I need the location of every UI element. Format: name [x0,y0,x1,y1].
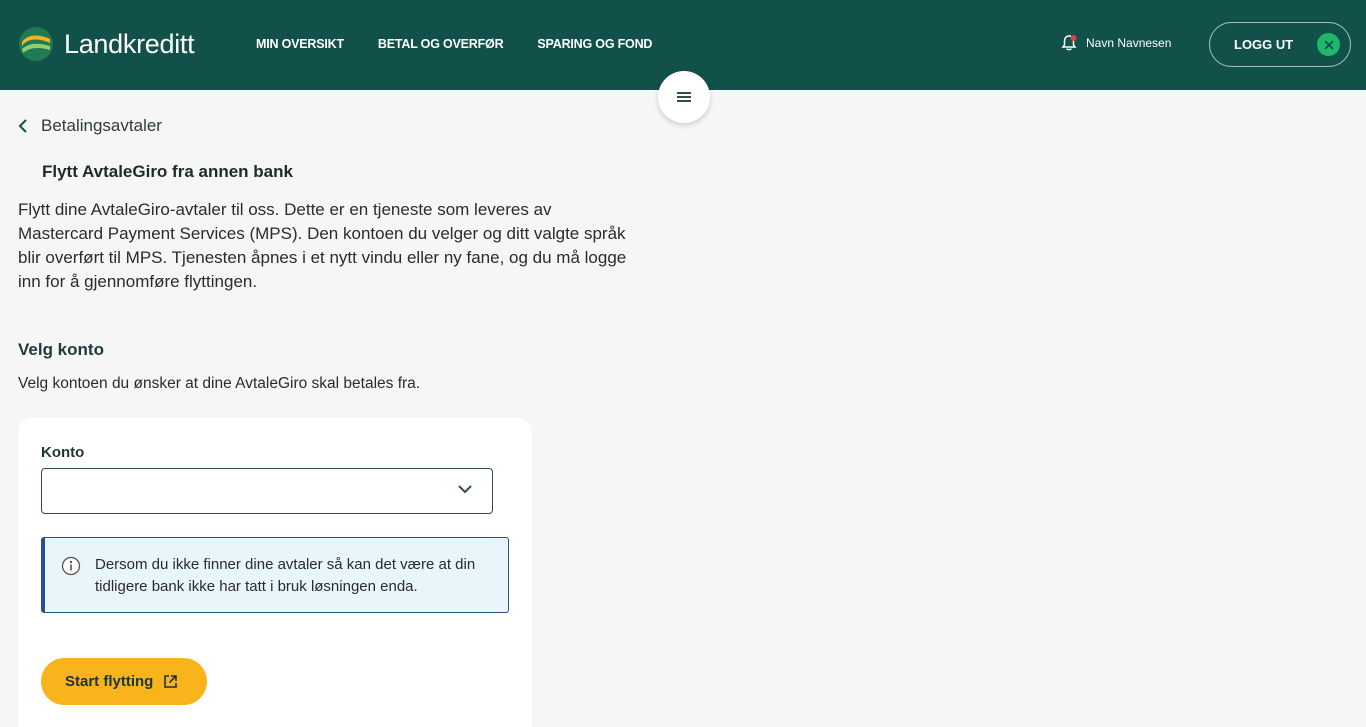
start-moving-label: Start flytting [65,673,154,690]
logout-button[interactable]: LOGG UT [1209,22,1351,67]
section-description: Velg kontoen du ønsker at dine AvtaleGir… [18,375,421,392]
nav-betal-og-overfor[interactable]: BETAL OG OVERFØR [378,37,504,51]
info-icon [61,556,81,576]
back-link-label: Betalingsavtaler [41,116,162,135]
nav-min-oversikt[interactable]: MIN OVERSIKT [256,37,344,51]
main-nav: MIN OVERSIKT BETAL OG OVERFØR SPARING OG… [256,37,652,51]
chevron-left-icon [18,119,27,133]
chevron-down-icon [458,485,472,494]
start-moving-button[interactable]: Start flytting [41,658,207,705]
user-menu[interactable]: Navn Navnesen [1060,34,1171,52]
back-link[interactable]: Betalingsavtaler [18,116,162,136]
external-link-icon [164,675,178,688]
hamburger-icon [677,92,691,102]
info-alert: Dersom du ikke finner dine avtaler så ka… [41,537,509,613]
logout-label: LOGG UT [1234,37,1294,52]
user-name: Navn Navnesen [1086,36,1172,50]
menu-button[interactable] [658,71,710,123]
account-select[interactable] [41,468,493,514]
landkreditt-logo[interactable]: Landkreditt [18,26,195,62]
bell-icon[interactable] [1060,34,1078,52]
account-card: Konto Dersom du ikke finner dine avtaler… [18,418,532,727]
section-title: Velg konto [18,340,104,359]
intro-text: Flytt dine AvtaleGiro-avtaler til oss. D… [18,200,627,291]
nav-sparing-og-fond[interactable]: SPARING OG FOND [537,37,652,51]
close-icon [1317,33,1340,56]
logo-mark-icon [19,27,53,61]
page-title: Flytt AvtaleGiro fra annen bank [42,162,293,181]
brand-name: Landkreditt [64,28,195,59]
account-label: Konto [41,444,85,461]
info-text: Dersom du ikke finner dine avtaler så ka… [95,556,476,595]
